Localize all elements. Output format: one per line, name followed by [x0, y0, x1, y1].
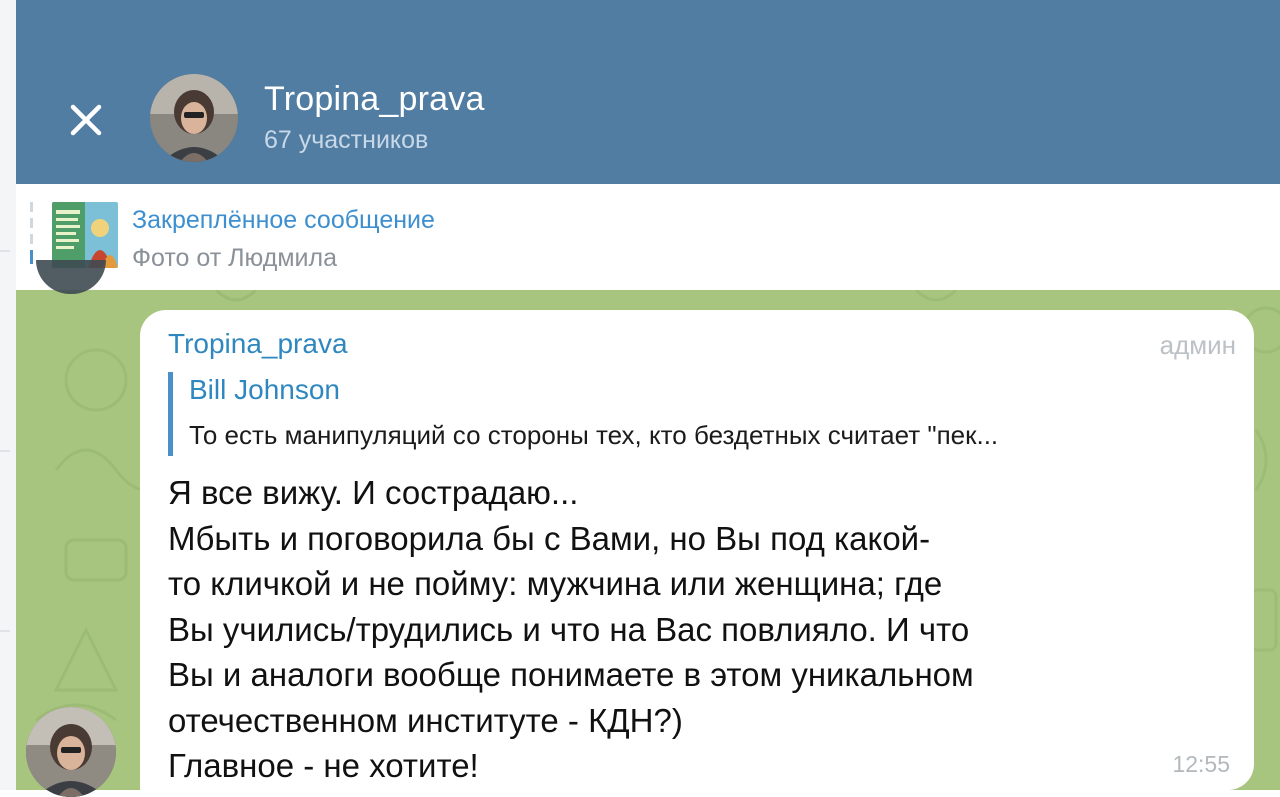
message-line: Вы и аналоги вообще понимаете в этом уни… — [168, 656, 974, 693]
pinned-message-bar[interactable]: Закреплённое сообщение Фото от Людмила — [16, 184, 1280, 290]
chat-title[interactable]: Tropina_prava — [264, 80, 485, 119]
message-line: Вы учились/трудились и что на Вас повлия… — [168, 610, 970, 648]
message-line: то кличкой и не пойму: мужчина или женщи… — [168, 565, 943, 602]
message-line: Главное - не хотите! — [168, 747, 479, 784]
background-app-edge — [0, 0, 17, 790]
message-time: 12:55 — [1172, 751, 1230, 777]
sender-avatar[interactable] — [26, 707, 116, 797]
message-text: Я все вижу. И сострадаю... Мбыть и погов… — [168, 470, 1168, 789]
pinned-title: Закреплённое сообщение — [132, 206, 435, 234]
close-button[interactable] — [56, 90, 116, 150]
message-line: Я все вижу. И сострадаю... — [168, 474, 579, 511]
admin-badge: админ — [1159, 330, 1236, 360]
message-line: Мбыть и поговорила бы с Вами, но Вы под … — [168, 519, 931, 557]
reply-author: Bill Johnson — [189, 374, 340, 405]
reply-text: То есть манипуляций со стороны тех, кто … — [189, 420, 999, 450]
reply-quote[interactable]: Bill Johnson То есть манипуляций со стор… — [168, 372, 1267, 456]
close-icon — [70, 104, 102, 136]
message-bubble[interactable]: Tropina_prava админ Bill Johnson То есть… — [140, 310, 1254, 790]
member-count: 67 участников — [264, 126, 429, 154]
pinned-photo-thumbnail — [52, 202, 118, 268]
message-line: отечественном институте - КДН?) — [168, 701, 683, 739]
pinned-indicator — [30, 202, 34, 272]
message-sender[interactable]: Tropina_prava — [168, 328, 348, 360]
chat-header: Tropina_prava 67 участников — [16, 0, 1280, 184]
pinned-preview: Фото от Людмила — [132, 244, 337, 272]
chat-avatar[interactable] — [150, 74, 238, 162]
